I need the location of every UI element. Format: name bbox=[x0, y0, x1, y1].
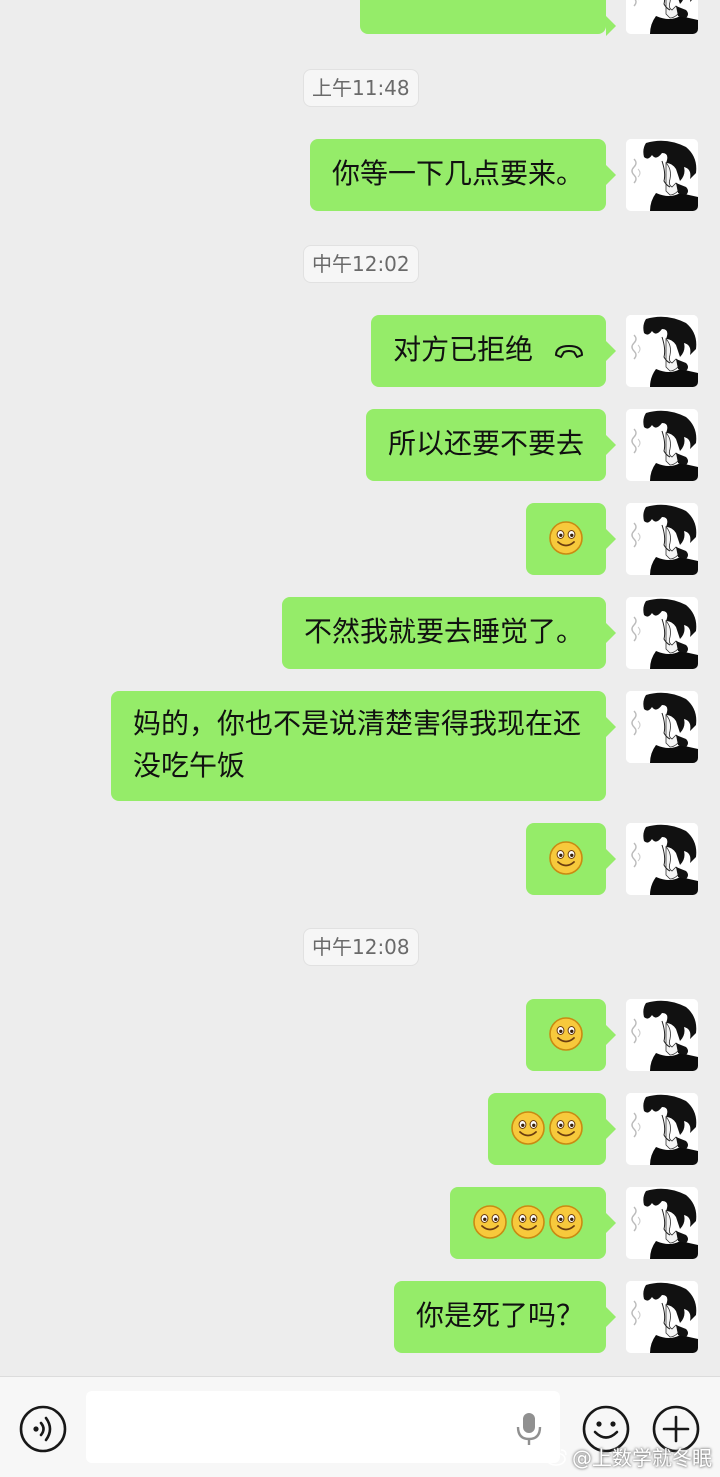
weibo-logo-icon bbox=[546, 1448, 567, 1466]
message-text: 妈的，你也不是说清楚害得我现在还没吃午饭 bbox=[133, 707, 582, 782]
watermark-text: @上数学就冬眠 bbox=[572, 1446, 712, 1470]
smile-emoji-icon bbox=[548, 520, 584, 556]
smile-emoji-icon bbox=[510, 1110, 546, 1146]
message-bubble[interactable]: 你等一下几点要来。 bbox=[309, 139, 617, 211]
message-input[interactable] bbox=[86, 1391, 560, 1463]
avatar[interactable] bbox=[626, 597, 698, 669]
avatar[interactable] bbox=[626, 409, 698, 481]
smile-emoji-icon bbox=[510, 1204, 546, 1240]
smile-emoji-icon bbox=[548, 840, 584, 876]
timestamp: 中午12:08 bbox=[303, 928, 419, 966]
emoji-bubble[interactable] bbox=[450, 1187, 616, 1259]
smile-emoji-icon bbox=[548, 1110, 584, 1146]
smile-emoji-icon bbox=[548, 1204, 584, 1240]
avatar[interactable] bbox=[626, 999, 698, 1071]
message-text: 所以还要不要去 bbox=[387, 427, 584, 460]
message-bubble-partial[interactable] bbox=[360, 0, 616, 36]
call-declined-bubble[interactable]: 对方已拒绝 bbox=[371, 315, 616, 387]
timestamp: 上午11:48 bbox=[303, 69, 419, 107]
avatar[interactable] bbox=[626, 823, 698, 895]
message-text: 对方已拒绝 bbox=[393, 333, 534, 366]
microphone-icon[interactable] bbox=[514, 1411, 544, 1447]
smile-emoji-icon bbox=[548, 1016, 584, 1052]
message-text: 你等一下几点要来。 bbox=[331, 157, 584, 190]
avatar[interactable] bbox=[626, 315, 698, 387]
emoji-bubble[interactable] bbox=[526, 999, 616, 1071]
message-bubble[interactable]: 不然我就要去睡觉了。 bbox=[281, 597, 617, 669]
message-text: 不然我就要去睡觉了。 bbox=[303, 615, 584, 648]
avatar[interactable] bbox=[626, 0, 698, 34]
watermark: @上数学就冬眠 bbox=[546, 1442, 712, 1471]
emoji-bubble[interactable] bbox=[488, 1093, 616, 1165]
avatar[interactable] bbox=[626, 139, 698, 211]
message-text: 你是死了吗？ bbox=[415, 1299, 584, 1332]
voice-icon[interactable] bbox=[19, 1405, 67, 1453]
emoji-bubble[interactable] bbox=[526, 503, 616, 575]
message-bubble[interactable]: 所以还要不要去 bbox=[365, 409, 617, 481]
avatar[interactable] bbox=[626, 1093, 698, 1165]
avatar[interactable] bbox=[626, 1281, 698, 1353]
emoji-bubble[interactable] bbox=[526, 823, 616, 895]
smile-emoji-icon bbox=[472, 1204, 508, 1240]
call-declined-icon bbox=[555, 345, 583, 358]
chat-area[interactable]: 上午11:48 你等一下几点要来。 中午12:02 对方已拒绝 所以还要不要去 … bbox=[0, 0, 720, 1376]
message-bubble[interactable]: 妈的，你也不是说清楚害得我现在还没吃午饭 bbox=[111, 691, 616, 801]
avatar[interactable] bbox=[626, 503, 698, 575]
message-bubble[interactable]: 你是死了吗？ bbox=[393, 1281, 617, 1353]
timestamp: 中午12:02 bbox=[303, 245, 419, 283]
avatar[interactable] bbox=[626, 691, 698, 763]
input-bar: @上数学就冬眠 bbox=[0, 1376, 720, 1477]
avatar[interactable] bbox=[626, 1187, 698, 1259]
